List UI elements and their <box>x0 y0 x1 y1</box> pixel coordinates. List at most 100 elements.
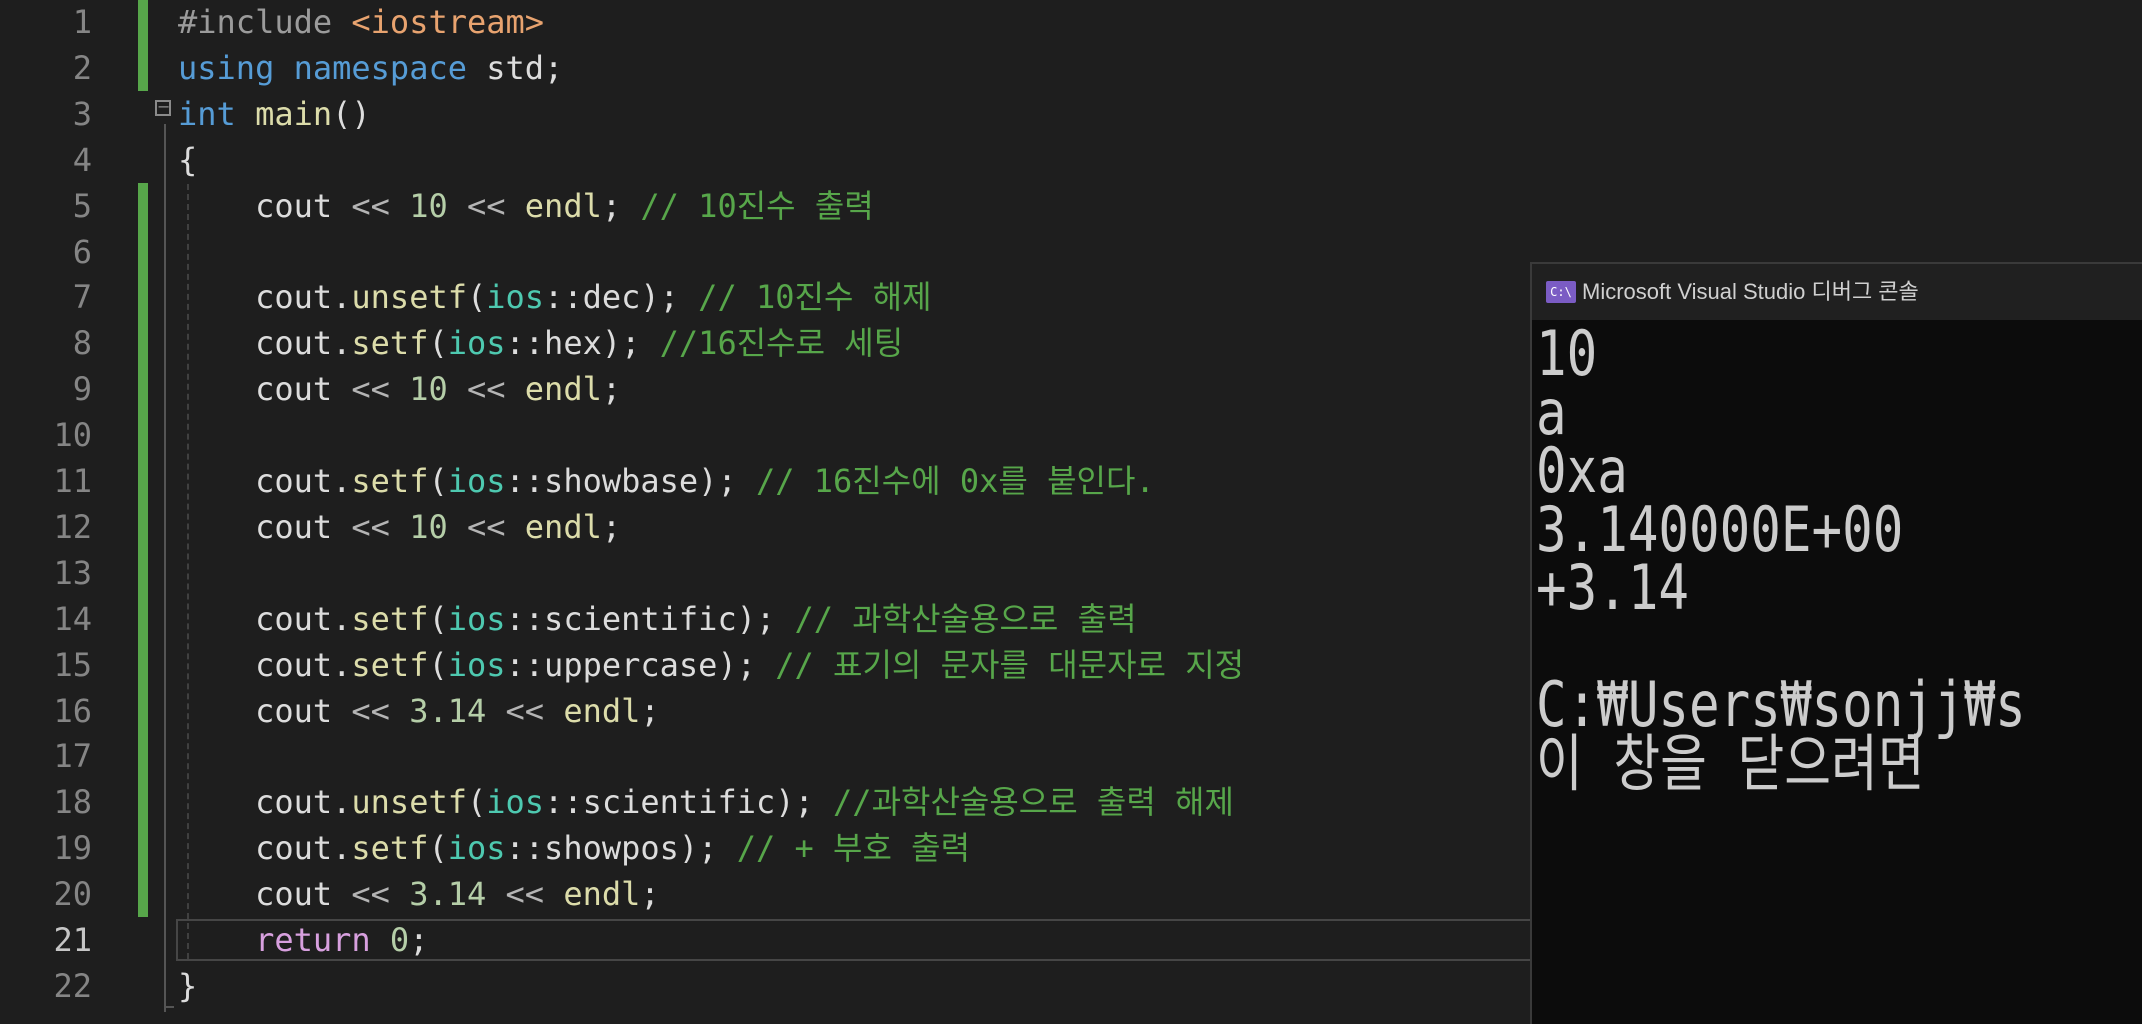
code-token: ::scientific); <box>505 599 795 638</box>
modified-line-marker <box>138 549 148 596</box>
code-token: cout <box>178 370 352 409</box>
console-output-line: +3.14 <box>1536 551 1690 624</box>
code-token: ::hex); <box>505 324 660 363</box>
console-app-icon: C:\ <box>1546 281 1576 303</box>
line-number: 10 <box>53 416 92 455</box>
code-token: ios <box>447 599 506 638</box>
code-token: cout. <box>178 324 352 363</box>
code-token: ( <box>428 462 448 500</box>
code-token: 10 <box>409 507 448 546</box>
code-token: ::uppercase); <box>505 645 776 684</box>
code-token: cout. <box>178 462 352 500</box>
line-number: 21 <box>53 921 92 959</box>
code-text: return 0; <box>178 917 428 963</box>
code-token: ( <box>466 783 487 822</box>
code-token: cout. <box>178 645 352 684</box>
code-token: ; <box>601 370 622 409</box>
code-line[interactable]: 3 int main() <box>0 91 2142 137</box>
console-output[interactable]: 10 a 0xa 3.140000E+00 +3.14 C:₩Users₩sonjj₩s 이… <box>1532 320 2142 1024</box>
code-token: 10 <box>409 186 448 225</box>
code-token: ( <box>428 645 448 684</box>
line-number: 8 <box>72 324 92 363</box>
code-token: ios <box>447 829 506 868</box>
line-number: 2 <box>72 48 92 87</box>
debug-console-window[interactable]: C:\ Microsoft Visual Studio 디버그 콘솔 10 a 0x… <box>1530 262 2142 1024</box>
code-line[interactable]: 5 cout << 10 << endl; // 10진수 출력 <box>0 182 2142 229</box>
code-token: // 10진수 출력 <box>640 186 874 225</box>
code-text: cout << 3.14 << endl; <box>178 688 660 734</box>
code-text: using namespace std; <box>178 45 563 91</box>
code-token: endl <box>563 691 641 730</box>
code-token: 10 <box>409 370 448 409</box>
line-number: 22 <box>53 966 92 1005</box>
line-number: 4 <box>72 140 92 179</box>
code-token: << <box>505 691 545 730</box>
line-number: 14 <box>53 599 92 638</box>
code-text: cout.unsetf(ios::dec); // 10진수 해제 <box>178 274 932 320</box>
code-token: cout <box>178 691 352 730</box>
code-token: << <box>351 875 390 914</box>
line-number: 7 <box>72 278 92 317</box>
code-token: << <box>351 507 390 546</box>
code-text: cout << 10 << endl; <box>178 504 621 550</box>
code-token: ( <box>428 324 448 363</box>
code-token: using <box>178 48 275 87</box>
code-token: << <box>466 370 506 409</box>
code-text: cout << 10 << endl; <box>178 366 621 412</box>
line-number: 20 <box>53 875 92 914</box>
code-token: ( <box>428 829 448 868</box>
code-token: } <box>178 966 198 1005</box>
code-token: main <box>255 94 333 133</box>
code-token: // 16진수에 0x를 붙인다. <box>755 462 1155 500</box>
line-number: 13 <box>53 553 92 592</box>
code-token: cout. <box>178 599 352 638</box>
console-output-line: 이 창을 닫으려면 <box>1536 726 1925 800</box>
code-token: << <box>466 186 506 225</box>
code-text: int main() <box>178 91 371 137</box>
console-titlebar[interactable]: C:\ Microsoft Visual Studio 디버그 콘솔 <box>1532 264 2142 320</box>
console-title: Microsoft Visual Studio 디버그 콘솔 <box>1582 279 1919 304</box>
modified-line-marker <box>138 825 148 872</box>
code-token: << <box>351 186 390 225</box>
modified-line-marker <box>138 733 148 780</box>
code-token: unsetf <box>351 278 467 317</box>
code-token: << <box>505 875 545 914</box>
code-line[interactable]: 1 #include <iostream> <box>0 0 2142 45</box>
code-token: ; <box>601 507 622 546</box>
line-number: 18 <box>53 783 92 822</box>
code-text: cout.setf(ios::showbase); // 16진수에 0x를 붙… <box>178 458 1155 504</box>
code-token: 0 <box>389 921 410 959</box>
code-line[interactable]: 4{ <box>0 137 2142 183</box>
code-token: endl <box>524 507 602 546</box>
code-token: // 10진수 해제 <box>698 278 932 317</box>
line-number: 1 <box>72 3 92 41</box>
line-number: 11 <box>53 462 92 500</box>
line-number: 5 <box>72 186 92 225</box>
code-token: setf <box>351 599 429 638</box>
code-text: #include <iostream> <box>178 0 544 45</box>
code-token: cout <box>178 186 352 225</box>
code-line[interactable]: 2 using namespace std; <box>0 44 2142 91</box>
code-text: cout << 10 << endl; // 10진수 출력 <box>178 183 874 229</box>
modified-line-marker <box>138 274 148 321</box>
code-token: ios <box>447 462 506 500</box>
code-token: cout. <box>178 829 352 868</box>
code-token: cout <box>178 507 352 546</box>
code-text: cout.setf(ios::showpos); // + 부호 출력 <box>178 825 970 871</box>
code-text: cout.setf(ios::hex); //16진수로 세팅 <box>178 320 903 366</box>
code-token: cout. <box>178 278 352 317</box>
code-token: cout. <box>178 783 352 822</box>
